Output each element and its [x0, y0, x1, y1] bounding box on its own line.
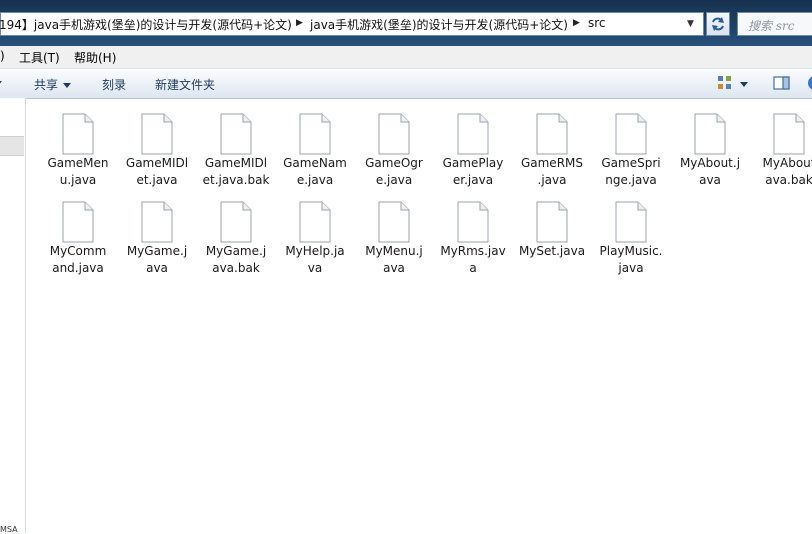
file-name: GameNam e.java [283, 156, 347, 187]
navigation-pane[interactable] [0, 98, 26, 533]
file-name: MyAbout.j ava [679, 156, 741, 187]
menu-item-tools[interactable]: 工具(T) [19, 49, 60, 66]
file-item[interactable]: GamePlay er.java [434, 111, 512, 197]
file-name: GameOgr e.java [365, 156, 423, 187]
preview-pane-icon [773, 76, 790, 90]
file-name: GameMIDl et.java [125, 156, 189, 187]
refresh-icon [712, 17, 724, 31]
file-icon [694, 113, 726, 155]
file-icon [299, 201, 331, 243]
file-icon [457, 113, 489, 155]
file-name: PlayMusic. java [599, 244, 663, 275]
breadcrumb-segment-3[interactable]: src [588, 16, 606, 30]
file-item[interactable]: GameMIDl et.java.bak [197, 111, 275, 197]
address-bar-row: 194】java手机游戏(堡垒)的设计与开发(源代码+论文) ▶ java手机游… [0, 0, 812, 46]
file-item[interactable]: MyComm and.java [39, 199, 117, 285]
file-item[interactable]: MyGame.j ava.bak [197, 199, 275, 285]
help-icon [808, 76, 812, 90]
breadcrumb-arrow-icon[interactable]: ▶ [296, 18, 303, 28]
file-name: GameMen u.java [47, 156, 109, 187]
file-item[interactable]: GameRMS .java [513, 111, 591, 197]
file-icon [220, 201, 252, 243]
chevron-down-icon [63, 83, 72, 88]
file-name: MyComm and.java [49, 244, 107, 275]
share-button[interactable]: 共享 [34, 76, 72, 93]
file-icon [62, 201, 94, 243]
file-icon [536, 201, 568, 243]
search-input[interactable]: 搜索 src [737, 12, 812, 36]
file-item[interactable]: GameOgr e.java [355, 111, 433, 197]
file-name: MyRms.jav a [440, 244, 506, 275]
view-grid-icon [718, 76, 731, 89]
file-item[interactable]: MyRms.jav a [434, 199, 512, 285]
file-item[interactable]: GameSpri nge.java [592, 111, 670, 197]
file-item[interactable]: PlayMusic. java [592, 199, 670, 285]
file-icon [220, 113, 252, 155]
file-name: MyGame.j ava.bak [205, 244, 267, 275]
command-bar: 共享 刻录 新建文件夹 [0, 69, 812, 99]
file-item[interactable]: MyAbout.j ava [671, 111, 749, 197]
file-icon [378, 113, 410, 155]
file-item[interactable]: MySet.java [513, 199, 591, 285]
file-item[interactable]: MyAbout ava.bak [750, 111, 812, 197]
file-item[interactable]: GameMen u.java [39, 111, 117, 197]
breadcrumb-segment-2[interactable]: java手机游戏(堡垒)的设计与开发(源代码+论文) [310, 16, 568, 33]
breadcrumb-segment-1[interactable]: 194】java手机游戏(堡垒)的设计与开发(源代码+论文) [0, 16, 292, 33]
menu-item-help[interactable]: 帮助(H) [74, 49, 116, 66]
file-name: MyHelp.ja va [285, 244, 345, 275]
file-name: GamePlay er.java [442, 156, 504, 187]
file-item[interactable]: MyMenu.j ava [355, 199, 433, 285]
address-breadcrumb[interactable]: 194】java手机游戏(堡垒)的设计与开发(源代码+论文) ▶ java手机游… [0, 12, 704, 36]
file-icon [615, 113, 647, 155]
menu-bar: ) 工具(T) 帮助(H) [0, 46, 812, 69]
burn-button[interactable]: 刻录 [102, 76, 126, 93]
file-item[interactable]: GameMIDl et.java [118, 111, 196, 197]
address-dropdown-icon[interactable]: ▼ [687, 19, 694, 29]
file-name: MySet.java [518, 244, 586, 258]
search-placeholder: 搜索 src [748, 19, 795, 33]
file-icon [773, 113, 805, 155]
file-name: GameMIDl et.java.bak [202, 156, 270, 187]
file-name: MyMenu.j ava [365, 244, 423, 275]
preview-pane-button[interactable] [773, 75, 791, 95]
nav-selected-item[interactable] [0, 136, 24, 156]
file-name: MyAbout ava.bak [762, 156, 812, 187]
menu-item-partial[interactable]: ) [0, 49, 5, 63]
file-item[interactable]: GameNam e.java [276, 111, 354, 197]
file-name: GameRMS .java [520, 156, 584, 187]
file-icon [615, 201, 647, 243]
share-label: 共享 [34, 78, 59, 92]
file-name: GameSpri nge.java [601, 156, 661, 187]
refresh-button[interactable] [706, 12, 730, 36]
file-icon [141, 201, 173, 243]
help-button[interactable] [807, 75, 812, 95]
file-icon [536, 113, 568, 155]
file-icon [299, 113, 331, 155]
view-options-button[interactable] [717, 75, 733, 95]
file-item[interactable]: MyGame.j ava [118, 199, 196, 285]
breadcrumb-arrow-icon[interactable]: ▶ [573, 18, 580, 28]
new-folder-button[interactable]: 新建文件夹 [155, 76, 215, 93]
file-icon [141, 113, 173, 155]
file-item[interactable]: MyHelp.ja va [276, 199, 354, 285]
file-icon [62, 113, 94, 155]
chevron-down-icon[interactable] [740, 82, 748, 87]
file-name: MyGame.j ava [126, 244, 188, 275]
file-icon [378, 201, 410, 243]
file-icon [457, 201, 489, 243]
chevron-down-icon[interactable] [0, 81, 2, 86]
